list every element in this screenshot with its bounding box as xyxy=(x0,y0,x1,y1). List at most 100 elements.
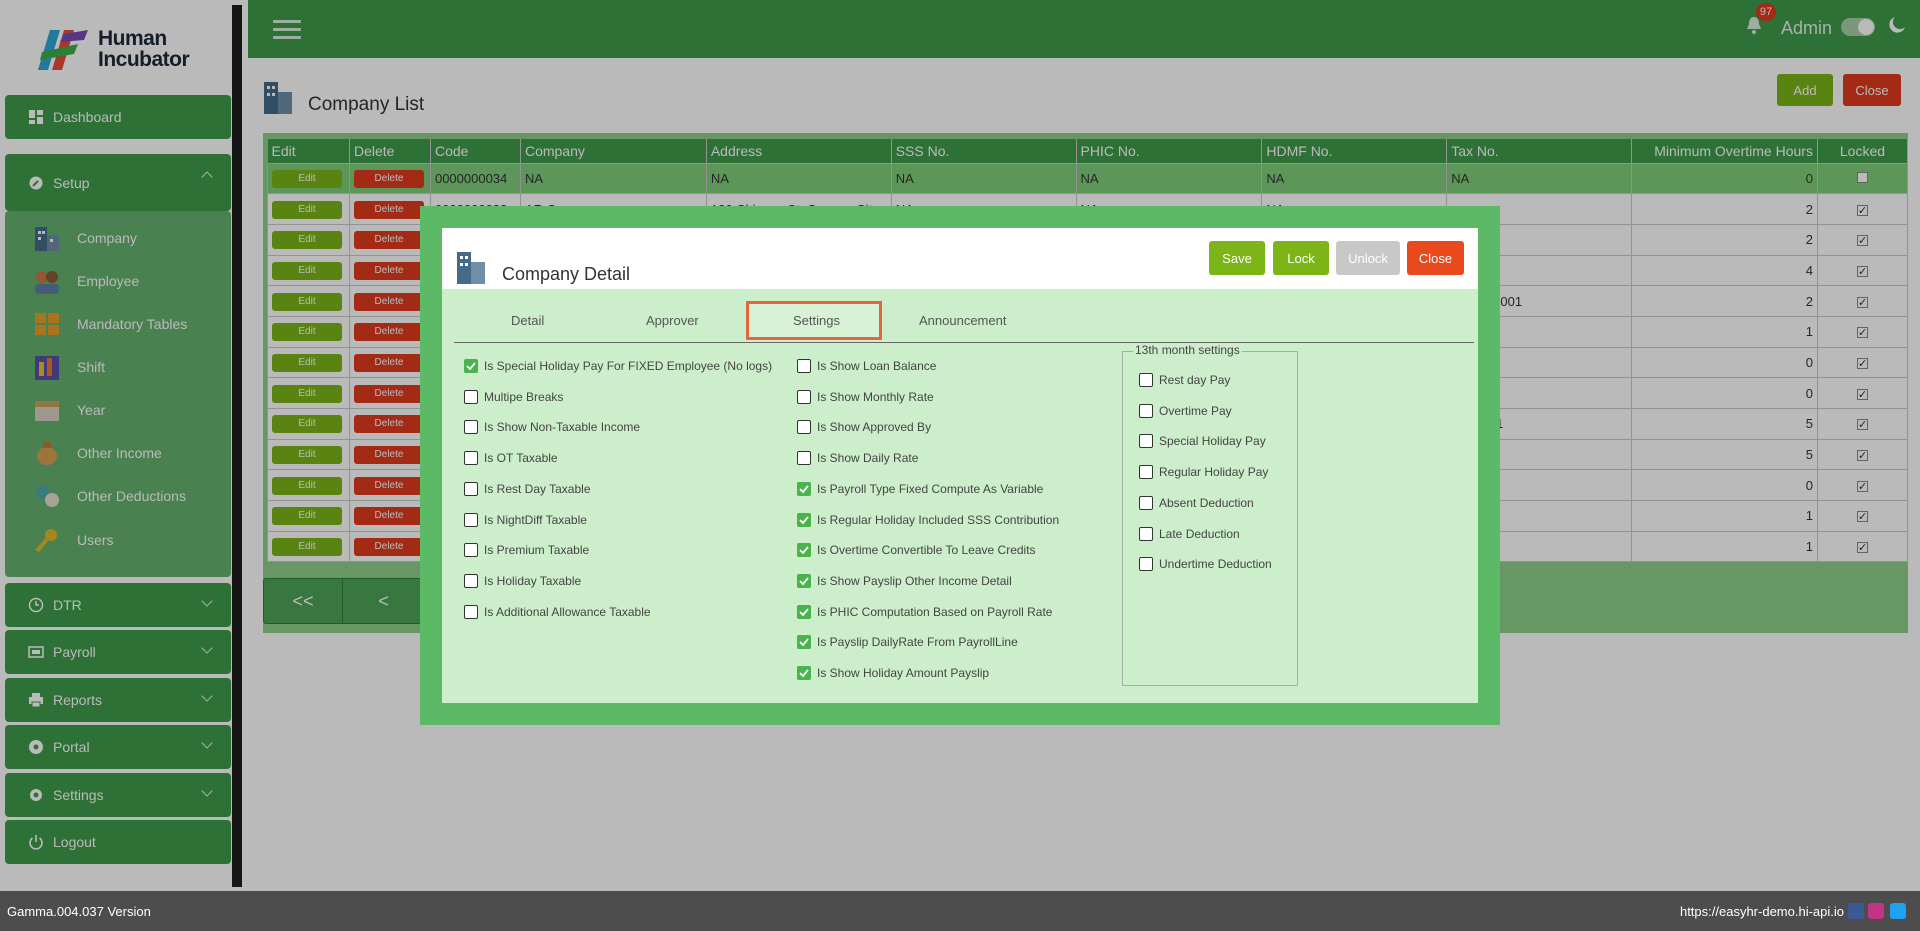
setting-label: Is Show Monthly Rate xyxy=(817,389,934,404)
setting-label: Is OT Taxable xyxy=(484,451,558,466)
setting-checkbox[interactable]: Special Holiday Pay xyxy=(1139,434,1266,449)
unchecked-checkbox-icon[interactable] xyxy=(797,359,811,373)
company-detail-modal: Company Detail Save Lock Unlock Close De… xyxy=(420,206,1500,725)
unchecked-checkbox-icon[interactable] xyxy=(797,389,811,404)
unchecked-checkbox-icon[interactable] xyxy=(1139,403,1153,418)
setting-label: Is Rest Day Taxable xyxy=(484,481,591,496)
setting-label: Is Show Holiday Amount Payslip xyxy=(817,666,990,680)
setting-checkbox[interactable]: Is Payroll Type Fixed Compute As Variabl… xyxy=(797,481,1044,496)
checked-checkbox-icon[interactable] xyxy=(797,512,811,527)
setting-label: Is Payslip DailyRate From PayrollLine xyxy=(817,635,1018,650)
unchecked-checkbox-icon[interactable] xyxy=(1139,526,1153,541)
setting-label: Is NightDiff Taxable xyxy=(484,512,587,527)
setting-checkbox[interactable]: Is Show Loan Balance xyxy=(797,359,936,373)
setting-checkbox[interactable]: Absent Deduction xyxy=(1139,495,1254,510)
twitter-icon[interactable] xyxy=(1890,903,1906,919)
unchecked-checkbox-icon[interactable] xyxy=(464,389,478,404)
footer-url[interactable]: https://easyhr-demo.hi-api.io xyxy=(1680,904,1844,919)
modal-header: Company Detail Save Lock Unlock Close xyxy=(442,228,1478,289)
modal-card: Company Detail Save Lock Unlock Close De… xyxy=(442,228,1478,703)
checked-checkbox-icon[interactable] xyxy=(797,604,811,619)
tab-approver[interactable]: Approver xyxy=(646,313,699,328)
setting-checkbox[interactable]: Is Payslip DailyRate From PayrollLine xyxy=(797,635,1018,650)
setting-checkbox[interactable]: Is Show Daily Rate xyxy=(797,451,919,466)
checked-checkbox-icon[interactable] xyxy=(797,573,811,588)
setting-label: Is Overtime Convertible To Leave Credits xyxy=(817,543,1036,558)
setting-label: Multipe Breaks xyxy=(484,389,564,404)
setting-checkbox[interactable]: Is OT Taxable xyxy=(464,451,558,466)
modal-title: Company Detail xyxy=(502,264,631,284)
setting-checkbox[interactable]: Is Special Holiday Pay For FIXED Employe… xyxy=(464,359,772,373)
setting-label: Is Regular Holiday Included SSS Contribu… xyxy=(817,512,1060,527)
fieldset-legend: 13th month settings xyxy=(1133,343,1242,357)
unchecked-checkbox-icon[interactable] xyxy=(464,420,478,435)
setting-checkbox[interactable]: Late Deduction xyxy=(1139,526,1240,541)
unchecked-checkbox-icon[interactable] xyxy=(464,604,478,619)
tab-divider xyxy=(454,342,1474,343)
setting-label: Regular Holiday Pay xyxy=(1159,465,1269,480)
setting-checkbox[interactable]: Is Show Non-Taxable Income xyxy=(464,420,640,435)
unchecked-checkbox-icon[interactable] xyxy=(1139,465,1153,480)
setting-label: Is Show Loan Balance xyxy=(817,359,937,373)
setting-checkbox[interactable]: Is Show Approved By xyxy=(797,420,932,435)
modal-tabs: Detail Approver Settings Announcement xyxy=(442,289,1478,343)
setting-label: Is Show Payslip Other Income Detail xyxy=(817,573,1012,588)
unchecked-checkbox-icon[interactable] xyxy=(464,451,478,466)
setting-checkbox[interactable]: Multipe Breaks xyxy=(464,389,564,404)
setting-label: Is Special Holiday Pay For FIXED Employe… xyxy=(484,359,773,373)
checked-checkbox-icon[interactable] xyxy=(464,359,478,373)
checked-checkbox-icon[interactable] xyxy=(797,635,811,650)
setting-checkbox[interactable]: Is Premium Taxable xyxy=(464,543,590,558)
unchecked-checkbox-icon[interactable] xyxy=(1139,495,1153,510)
setting-checkbox[interactable]: Overtime Pay xyxy=(1139,403,1232,418)
setting-checkbox[interactable]: Rest day Pay xyxy=(1139,373,1230,387)
lock-button[interactable]: Lock xyxy=(1273,241,1329,275)
setting-label: Is Show Approved By xyxy=(817,420,932,435)
footer: Gamma.004.037 Version https://easyhr-dem… xyxy=(0,891,1920,931)
setting-checkbox[interactable]: Regular Holiday Pay xyxy=(1139,465,1269,480)
setting-label: Is Show Daily Rate xyxy=(817,451,919,466)
setting-checkbox[interactable]: Is Additional Allowance Taxable xyxy=(464,604,651,619)
unchecked-checkbox-icon[interactable] xyxy=(797,451,811,466)
unchecked-checkbox-icon[interactable] xyxy=(1139,373,1153,387)
tab-settings[interactable]: Settings xyxy=(793,313,840,328)
setting-checkbox[interactable]: Is Rest Day Taxable xyxy=(464,481,591,496)
save-button[interactable]: Save xyxy=(1209,241,1265,275)
setting-checkbox[interactable]: Is Overtime Convertible To Leave Credits xyxy=(797,543,1036,558)
unchecked-checkbox-icon[interactable] xyxy=(464,543,478,558)
setting-label: Special Holiday Pay xyxy=(1159,434,1266,449)
setting-checkbox[interactable]: Is Regular Holiday Included SSS Contribu… xyxy=(797,512,1060,527)
unchecked-checkbox-icon[interactable] xyxy=(464,481,478,496)
setting-checkbox[interactable]: Is Show Payslip Other Income Detail xyxy=(797,573,1012,588)
unchecked-checkbox-icon[interactable] xyxy=(1139,434,1153,449)
setting-label: Overtime Pay xyxy=(1159,403,1232,418)
checked-checkbox-icon[interactable] xyxy=(797,543,811,558)
setting-label: Is Holiday Taxable xyxy=(484,573,582,588)
close-modal-button[interactable]: Close xyxy=(1407,241,1464,275)
setting-label: Absent Deduction xyxy=(1159,495,1254,510)
checked-checkbox-icon[interactable] xyxy=(797,666,811,680)
unlock-button[interactable]: Unlock xyxy=(1336,241,1400,275)
setting-checkbox[interactable]: Is Show Holiday Amount Payslip xyxy=(797,666,989,680)
unchecked-checkbox-icon[interactable] xyxy=(464,573,478,588)
setting-label: Late Deduction xyxy=(1159,526,1240,541)
tab-detail[interactable]: Detail xyxy=(511,313,544,328)
instagram-icon[interactable] xyxy=(1868,903,1884,919)
checked-checkbox-icon[interactable] xyxy=(797,481,811,496)
unchecked-checkbox-icon[interactable] xyxy=(797,420,811,435)
facebook-icon[interactable] xyxy=(1848,903,1864,919)
tab-announcement[interactable]: Announcement xyxy=(919,313,1006,328)
setting-checkbox[interactable]: Undertime Deduction xyxy=(1139,557,1272,572)
setting-checkbox[interactable]: Is Holiday Taxable xyxy=(464,573,582,588)
setting-checkbox[interactable]: Is NightDiff Taxable xyxy=(464,512,587,527)
unchecked-checkbox-icon[interactable] xyxy=(1139,557,1153,572)
setting-label: Is Premium Taxable xyxy=(484,543,590,558)
unchecked-checkbox-icon[interactable] xyxy=(464,512,478,527)
setting-label: Rest day Pay xyxy=(1159,373,1231,387)
setting-checkbox[interactable]: Is PHIC Computation Based on Payroll Rat… xyxy=(797,604,1052,619)
setting-label: Is Additional Allowance Taxable xyxy=(484,604,651,619)
setting-checkbox[interactable]: Is Show Monthly Rate xyxy=(797,389,934,404)
setting-label: Is Payroll Type Fixed Compute As Variabl… xyxy=(817,481,1044,496)
version-text: Gamma.004.037 Version xyxy=(7,904,151,919)
thirteenth-month-settings: 13th month settings Rest day Pay Overtime… xyxy=(1122,343,1298,686)
